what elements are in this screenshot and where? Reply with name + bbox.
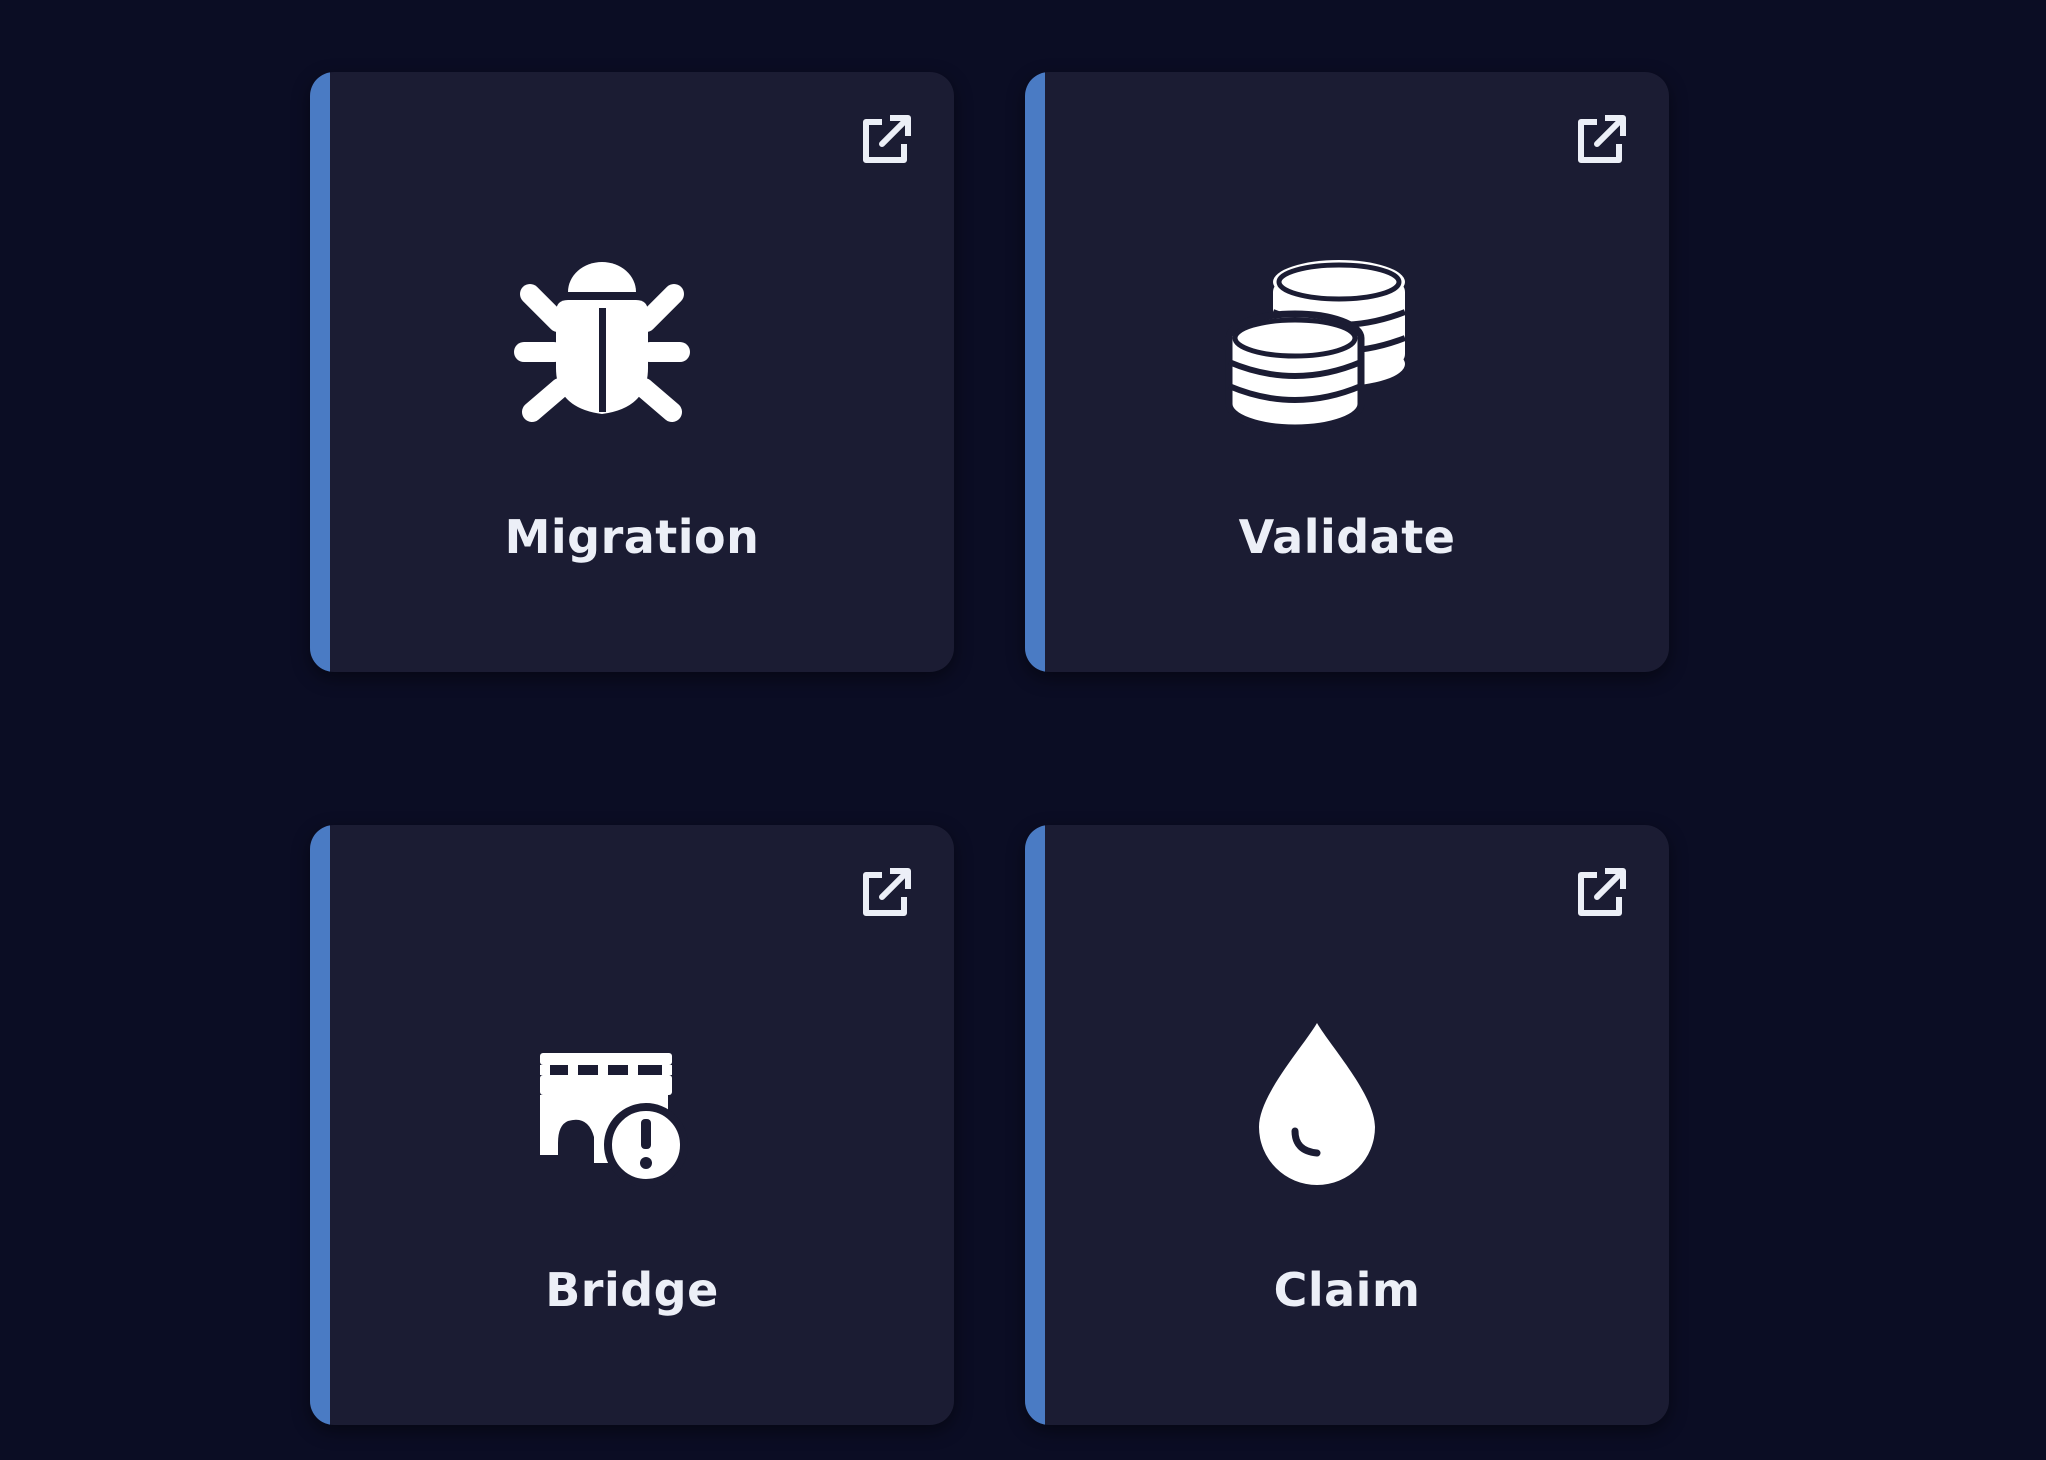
coins-icon [1223,250,1411,438]
external-link-icon[interactable] [858,112,914,168]
card-accent-bar [1025,72,1045,672]
card-accent-bar [310,825,330,1425]
external-link-icon[interactable] [858,865,914,921]
validate-card[interactable]: Validate [1025,72,1669,672]
migration-card[interactable]: Migration [310,72,954,672]
bridge-card[interactable]: Bridge [310,825,954,1425]
card-label: Bridge [545,1263,719,1317]
external-link-icon[interactable] [1573,112,1629,168]
droplet-icon [1223,1003,1411,1191]
claim-card[interactable]: Claim [1025,825,1669,1425]
card-label: Claim [1273,1263,1421,1317]
bridge-warning-icon [508,1003,696,1191]
card-label: Validate [1238,510,1456,564]
card-accent-bar [1025,825,1045,1425]
card-grid: Migration Validate Bridge Claim [310,72,1669,1425]
external-link-icon[interactable] [1573,865,1629,921]
card-accent-bar [310,72,330,672]
bug-icon [508,250,696,438]
card-label: Migration [504,510,760,564]
